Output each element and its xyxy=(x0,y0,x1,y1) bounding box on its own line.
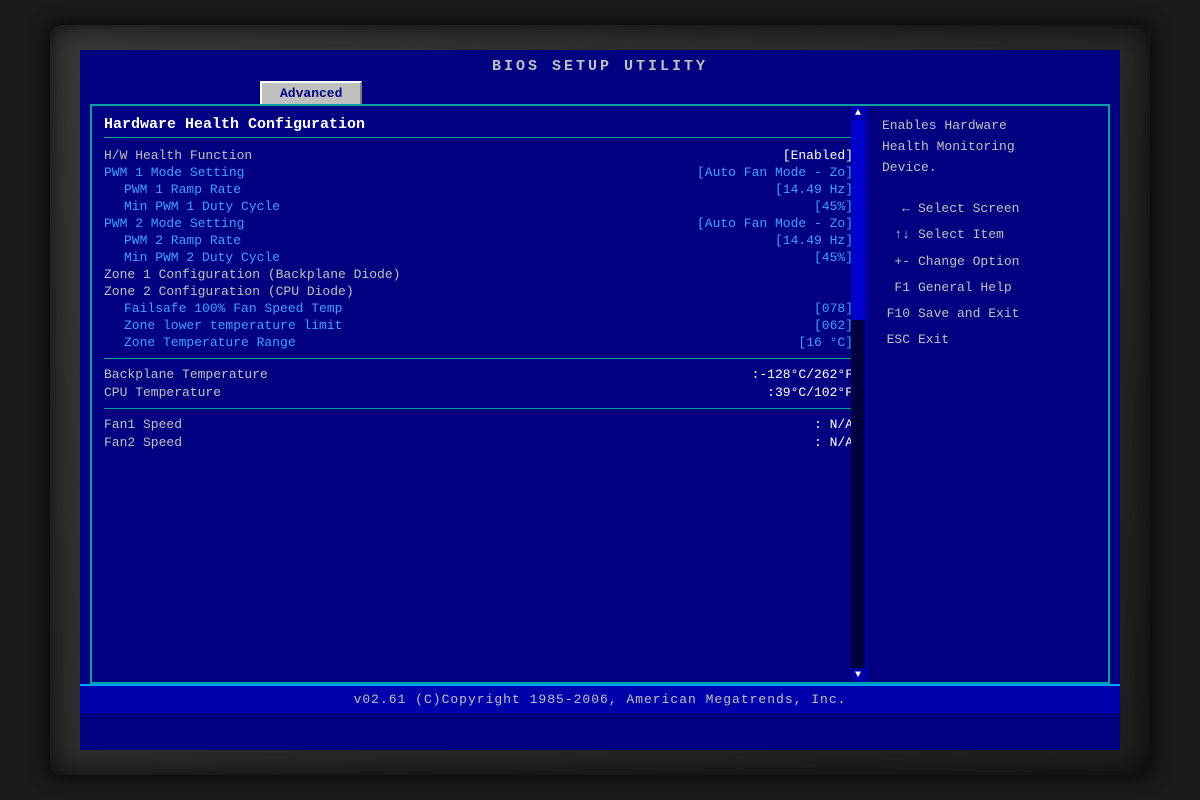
key-general-help: F1 General Help xyxy=(882,277,1094,299)
row-zone1-label: Zone 1 Configuration (Backplane Diode) xyxy=(104,267,400,282)
row-zone1[interactable]: Zone 1 Configuration (Backplane Diode) xyxy=(104,267,853,282)
main-panel: Hardware Health Configuration H/W Health… xyxy=(92,106,868,682)
config-rows: H/W Health Function [Enabled] PWM 1 Mode… xyxy=(104,148,853,350)
row-pwm2-duty-label: Min PWM 2 Duty Cycle xyxy=(104,250,280,265)
row-pwm1-duty[interactable]: Min PWM 1 Duty Cycle [45%] xyxy=(104,199,853,214)
row-pwm1-ramp-label: PWM 1 Ramp Rate xyxy=(104,182,241,197)
row-hw-health-label: H/W Health Function xyxy=(104,148,252,163)
key-desc-exit: Exit xyxy=(918,329,949,351)
fan1-value: : N/A xyxy=(814,417,853,432)
key-sym-f10: F10 xyxy=(882,303,910,325)
tab-row: Advanced xyxy=(80,79,1120,104)
row-pwm1-mode-value: [Auto Fan Mode - Zo] xyxy=(697,165,853,180)
key-select-screen: ← Select Screen xyxy=(882,198,1094,220)
title-text: BIOS SETUP UTILITY xyxy=(492,58,708,75)
scrollbar-down[interactable]: ▼ xyxy=(851,668,865,682)
tab-label: Advanced xyxy=(280,86,342,101)
key-desc-change-option: Change Option xyxy=(918,251,1019,273)
backplane-temp-value: :-128°C/262°F xyxy=(752,367,853,382)
footer: v02.61 (C)Copyright 1985-2006, American … xyxy=(80,684,1120,713)
key-legend: ← Select Screen ↑↓ Select Item +- Change… xyxy=(882,198,1094,351)
row-hw-health-value: [Enabled] xyxy=(783,148,853,163)
divider2 xyxy=(104,408,853,409)
key-select-item: ↑↓ Select Item xyxy=(882,224,1094,246)
fan2-label: Fan2 Speed xyxy=(104,435,182,450)
row-hw-health[interactable]: H/W Health Function [Enabled] xyxy=(104,148,853,163)
cpu-temp-value: :39°C/102°F xyxy=(767,385,853,400)
backplane-temp-label: Backplane Temperature xyxy=(104,367,268,382)
row-zone-lower[interactable]: Zone lower temperature limit [062] xyxy=(104,318,853,333)
row-pwm2-mode-value: [Auto Fan Mode - Zo] xyxy=(697,216,853,231)
section-header: Hardware Health Configuration xyxy=(104,116,853,138)
fan1-label: Fan1 Speed xyxy=(104,417,182,432)
tab-advanced[interactable]: Advanced xyxy=(260,81,362,104)
row-pwm2-mode-label: PWM 2 Mode Setting xyxy=(104,216,244,231)
row-failsafe[interactable]: Failsafe 100% Fan Speed Temp [078] xyxy=(104,301,853,316)
divider xyxy=(104,358,853,359)
temp-section: Backplane Temperature :-128°C/262°F CPU … xyxy=(104,367,853,400)
row-zone2-label: Zone 2 Configuration (CPU Diode) xyxy=(104,284,354,299)
row-pwm2-ramp[interactable]: PWM 2 Ramp Rate [14.49 Hz] xyxy=(104,233,853,248)
row-pwm1-duty-value: [45%] xyxy=(814,199,853,214)
key-save-exit[interactable]: F10 Save and Exit xyxy=(882,303,1094,325)
row-zone-range-label: Zone Temperature Range xyxy=(104,335,296,350)
row-pwm1-mode[interactable]: PWM 1 Mode Setting [Auto Fan Mode - Zo] xyxy=(104,165,853,180)
side-panel: Enables Hardware Health Monitoring Devic… xyxy=(868,106,1108,682)
scrollbar-track xyxy=(851,120,865,668)
row-pwm2-duty[interactable]: Min PWM 2 Duty Cycle [45%] xyxy=(104,250,853,265)
key-desc-save-exit: Save and Exit xyxy=(918,303,1019,325)
row-pwm2-ramp-value: [14.49 Hz] xyxy=(775,233,853,248)
row-zone2[interactable]: Zone 2 Configuration (CPU Diode) xyxy=(104,284,853,299)
screen-inner: BIOS SETUP UTILITY Advanced Hardware Hea… xyxy=(80,50,1120,750)
scrollbar-thumb[interactable] xyxy=(851,120,865,320)
bios-title: BIOS SETUP UTILITY xyxy=(80,50,1120,79)
row-pwm2-ramp-label: PWM 2 Ramp Rate xyxy=(104,233,241,248)
fan-section: Fan1 Speed : N/A Fan2 Speed : N/A xyxy=(104,417,853,450)
fan1-row: Fan1 Speed : N/A xyxy=(104,417,853,432)
content-wrapper: Hardware Health Configuration H/W Health… xyxy=(90,104,1110,684)
key-desc-select-item: Select Item xyxy=(918,224,1004,246)
key-change-option: +- Change Option xyxy=(882,251,1094,273)
row-failsafe-value: [078] xyxy=(814,301,853,316)
row-pwm1-duty-label: Min PWM 1 Duty Cycle xyxy=(104,199,280,214)
row-pwm1-ramp-value: [14.49 Hz] xyxy=(775,182,853,197)
section-header-text: Hardware Health Configuration xyxy=(104,116,365,133)
key-exit[interactable]: ESC Exit xyxy=(882,329,1094,351)
key-sym-arrow: ← xyxy=(882,198,910,220)
key-desc-general-help: General Help xyxy=(918,277,1012,299)
row-pwm1-mode-label: PWM 1 Mode Setting xyxy=(104,165,244,180)
scrollbar[interactable]: ▲ ▼ xyxy=(851,106,865,682)
cpu-temp-label: CPU Temperature xyxy=(104,385,221,400)
help-line1: Enables Hardware xyxy=(882,116,1094,137)
row-failsafe-label: Failsafe 100% Fan Speed Temp xyxy=(104,301,342,316)
key-sym-esc: ESC xyxy=(882,329,910,351)
backplane-temp-row: Backplane Temperature :-128°C/262°F xyxy=(104,367,853,382)
row-zone-range[interactable]: Zone Temperature Range [16 °C] xyxy=(104,335,853,350)
help-text: Enables Hardware Health Monitoring Devic… xyxy=(882,116,1094,178)
footer-text: v02.61 (C)Copyright 1985-2006, American … xyxy=(354,692,847,707)
fan2-value: : N/A xyxy=(814,435,853,450)
key-desc-select-screen: Select Screen xyxy=(918,198,1019,220)
row-zone-lower-value: [062] xyxy=(814,318,853,333)
key-sym-plusminus: +- xyxy=(882,251,910,273)
row-pwm1-ramp[interactable]: PWM 1 Ramp Rate [14.49 Hz] xyxy=(104,182,853,197)
key-sym-f1: F1 xyxy=(882,277,910,299)
monitor-bezel: BIOS SETUP UTILITY Advanced Hardware Hea… xyxy=(50,25,1150,775)
screen: BIOS SETUP UTILITY Advanced Hardware Hea… xyxy=(80,50,1120,750)
cpu-temp-row: CPU Temperature :39°C/102°F xyxy=(104,385,853,400)
row-zone-range-value: [16 °C] xyxy=(798,335,853,350)
help-line3: Device. xyxy=(882,158,1094,179)
key-sym-updown: ↑↓ xyxy=(882,224,910,246)
row-pwm2-mode[interactable]: PWM 2 Mode Setting [Auto Fan Mode - Zo] xyxy=(104,216,853,231)
fan2-row: Fan2 Speed : N/A xyxy=(104,435,853,450)
row-zone-lower-label: Zone lower temperature limit xyxy=(104,318,342,333)
help-line2: Health Monitoring xyxy=(882,137,1094,158)
row-pwm2-duty-value: [45%] xyxy=(814,250,853,265)
scrollbar-up[interactable]: ▲ xyxy=(851,106,865,120)
